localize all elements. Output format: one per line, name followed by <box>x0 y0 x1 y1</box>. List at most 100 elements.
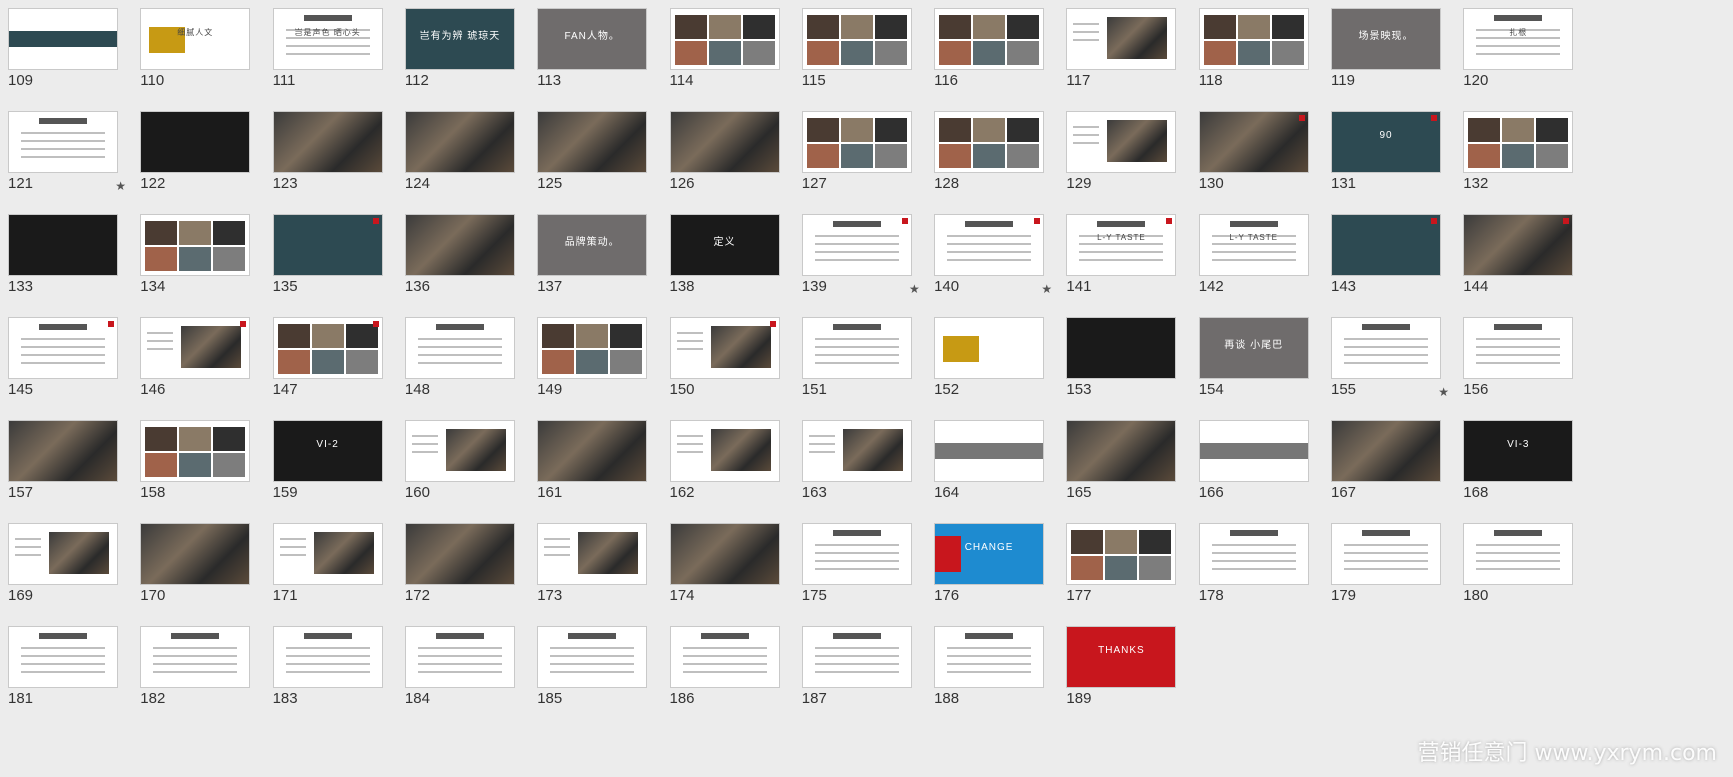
slide-preview[interactable] <box>801 8 912 70</box>
slide-thumbnail-126[interactable]: 126 <box>662 103 794 208</box>
slide-thumbnail-137[interactable]: 品牌策动。 137 <box>529 206 661 311</box>
slide-preview[interactable] <box>801 523 912 585</box>
slide-thumbnail-118[interactable]: 118 <box>1191 0 1323 105</box>
slide-thumbnail-152[interactable]: 152 <box>926 309 1058 414</box>
slide-preview[interactable] <box>537 523 648 585</box>
slide-thumbnail-140[interactable]: 140 ★ <box>926 206 1058 311</box>
slide-preview[interactable] <box>1331 214 1441 276</box>
slide-preview[interactable] <box>1066 317 1177 379</box>
slide-thumbnail-153[interactable]: 153 <box>1058 309 1190 414</box>
slide-preview[interactable] <box>8 420 118 482</box>
slide-thumbnail-177[interactable]: 177 <box>1058 515 1190 620</box>
slide-preview[interactable] <box>404 626 515 688</box>
star-icon[interactable]: ★ <box>1041 282 1052 296</box>
slide-thumbnail-171[interactable]: 171 <box>265 515 397 620</box>
slide-preview[interactable]: VI-3 <box>1463 420 1574 482</box>
slide-thumbnail-135[interactable]: 135 <box>265 206 397 311</box>
slide-preview[interactable] <box>801 420 912 482</box>
slide-preview[interactable]: L-Y TASTE <box>1066 214 1177 276</box>
slide-preview[interactable] <box>669 111 780 173</box>
slide-preview[interactable] <box>404 214 515 276</box>
slide-thumbnail-175[interactable]: 175 <box>794 515 926 620</box>
slide-preview[interactable] <box>140 626 251 688</box>
slide-preview[interactable] <box>140 214 251 276</box>
slide-thumbnail-128[interactable]: 128 <box>926 103 1058 208</box>
slide-thumbnail-162[interactable]: 162 <box>662 412 794 517</box>
slide-thumbnail-124[interactable]: 124 <box>397 103 529 208</box>
slide-thumbnail-141[interactable]: L-Y TASTE 141 <box>1058 206 1190 311</box>
slide-preview[interactable] <box>801 214 912 276</box>
slide-preview[interactable] <box>801 317 912 379</box>
slide-thumbnail-167[interactable]: 167 <box>1323 412 1455 517</box>
slide-preview[interactable] <box>140 111 251 173</box>
slide-preview[interactable] <box>537 317 648 379</box>
slide-thumbnail-121[interactable]: 121 ★ <box>0 103 132 208</box>
slide-thumbnail-157[interactable]: 157 <box>0 412 132 517</box>
slide-thumbnail-144[interactable]: 144 <box>1455 206 1587 311</box>
slide-thumbnail-139[interactable]: 139 ★ <box>794 206 926 311</box>
slide-thumbnail-143[interactable]: 143 <box>1323 206 1455 311</box>
slide-thumbnail-146[interactable]: 146 <box>132 309 264 414</box>
slide-thumbnail-180[interactable]: 180 <box>1455 515 1587 620</box>
slide-preview[interactable] <box>272 214 383 276</box>
slide-preview[interactable] <box>934 8 1045 70</box>
slide-preview[interactable] <box>1198 523 1309 585</box>
slide-thumbnail-165[interactable]: 165 <box>1058 412 1190 517</box>
slide-thumbnail-159[interactable]: VI-2 159 <box>265 412 397 517</box>
slide-preview[interactable] <box>8 523 118 585</box>
slide-preview[interactable]: 细腻人文 <box>140 8 251 70</box>
slide-thumbnail-111[interactable]: 岂是声色 晒心头 111 <box>265 0 397 105</box>
slide-preview[interactable] <box>1463 317 1574 379</box>
slide-preview[interactable]: 再谈 小尾巴 <box>1198 317 1309 379</box>
slide-thumbnail-149[interactable]: 149 <box>529 309 661 414</box>
star-icon[interactable]: ★ <box>1438 385 1449 399</box>
slide-thumbnail-174[interactable]: 174 <box>662 515 794 620</box>
slide-preview[interactable] <box>1331 420 1441 482</box>
slide-preview[interactable] <box>669 626 780 688</box>
slide-preview[interactable] <box>272 523 383 585</box>
slide-thumbnail-158[interactable]: 158 <box>132 412 264 517</box>
slide-preview[interactable]: 场景映现。 <box>1331 8 1441 70</box>
slide-thumbnail-109[interactable]: 109 <box>0 0 132 105</box>
slide-preview[interactable]: CHANGE <box>934 523 1045 585</box>
slide-thumbnail-161[interactable]: 161 <box>529 412 661 517</box>
slide-thumbnail-123[interactable]: 123 <box>265 103 397 208</box>
slide-thumbnail-120[interactable]: 扎根 120 <box>1455 0 1587 105</box>
slide-thumbnail-131[interactable]: 90 131 <box>1323 103 1455 208</box>
slide-thumbnail-168[interactable]: VI-3 168 <box>1455 412 1587 517</box>
slide-preview[interactable] <box>1463 111 1574 173</box>
slide-thumbnail-179[interactable]: 179 <box>1323 515 1455 620</box>
slide-preview[interactable]: 扎根 <box>1463 8 1574 70</box>
slide-preview[interactable] <box>404 523 515 585</box>
slide-preview[interactable] <box>801 626 912 688</box>
slide-preview[interactable] <box>537 420 648 482</box>
slide-preview[interactable]: FAN人物。 <box>537 8 648 70</box>
slide-preview[interactable] <box>140 523 251 585</box>
slide-thumbnail-166[interactable]: 166 <box>1191 412 1323 517</box>
slide-preview[interactable] <box>8 626 118 688</box>
slide-thumbnail-169[interactable]: 169 <box>0 515 132 620</box>
slide-preview[interactable] <box>404 111 515 173</box>
slide-thumbnail-122[interactable]: 122 <box>132 103 264 208</box>
slide-thumbnail-112[interactable]: 岂有为辨 琥琼天 112 <box>397 0 529 105</box>
slide-thumbnail-147[interactable]: 147 <box>265 309 397 414</box>
slide-preview[interactable] <box>1066 111 1177 173</box>
slide-preview[interactable] <box>669 317 780 379</box>
slide-thumbnail-115[interactable]: 115 <box>794 0 926 105</box>
slide-thumbnail-154[interactable]: 再谈 小尾巴 154 <box>1191 309 1323 414</box>
slide-thumbnail-134[interactable]: 134 <box>132 206 264 311</box>
slide-thumbnail-178[interactable]: 178 <box>1191 515 1323 620</box>
slide-preview[interactable] <box>8 111 118 173</box>
slide-preview[interactable] <box>8 214 118 276</box>
slide-preview[interactable] <box>1463 214 1574 276</box>
slide-preview[interactable] <box>140 317 251 379</box>
slide-thumbnail-170[interactable]: 170 <box>132 515 264 620</box>
slide-thumbnail-156[interactable]: 156 <box>1455 309 1587 414</box>
slide-preview[interactable]: THANKS <box>1066 626 1177 688</box>
slide-preview[interactable] <box>1066 8 1177 70</box>
slide-thumbnail-189[interactable]: THANKS 189 <box>1058 618 1190 723</box>
slide-preview[interactable] <box>934 626 1045 688</box>
slide-preview[interactable] <box>8 8 118 70</box>
slide-preview[interactable]: 90 <box>1331 111 1441 173</box>
slide-thumbnail-132[interactable]: 132 <box>1455 103 1587 208</box>
